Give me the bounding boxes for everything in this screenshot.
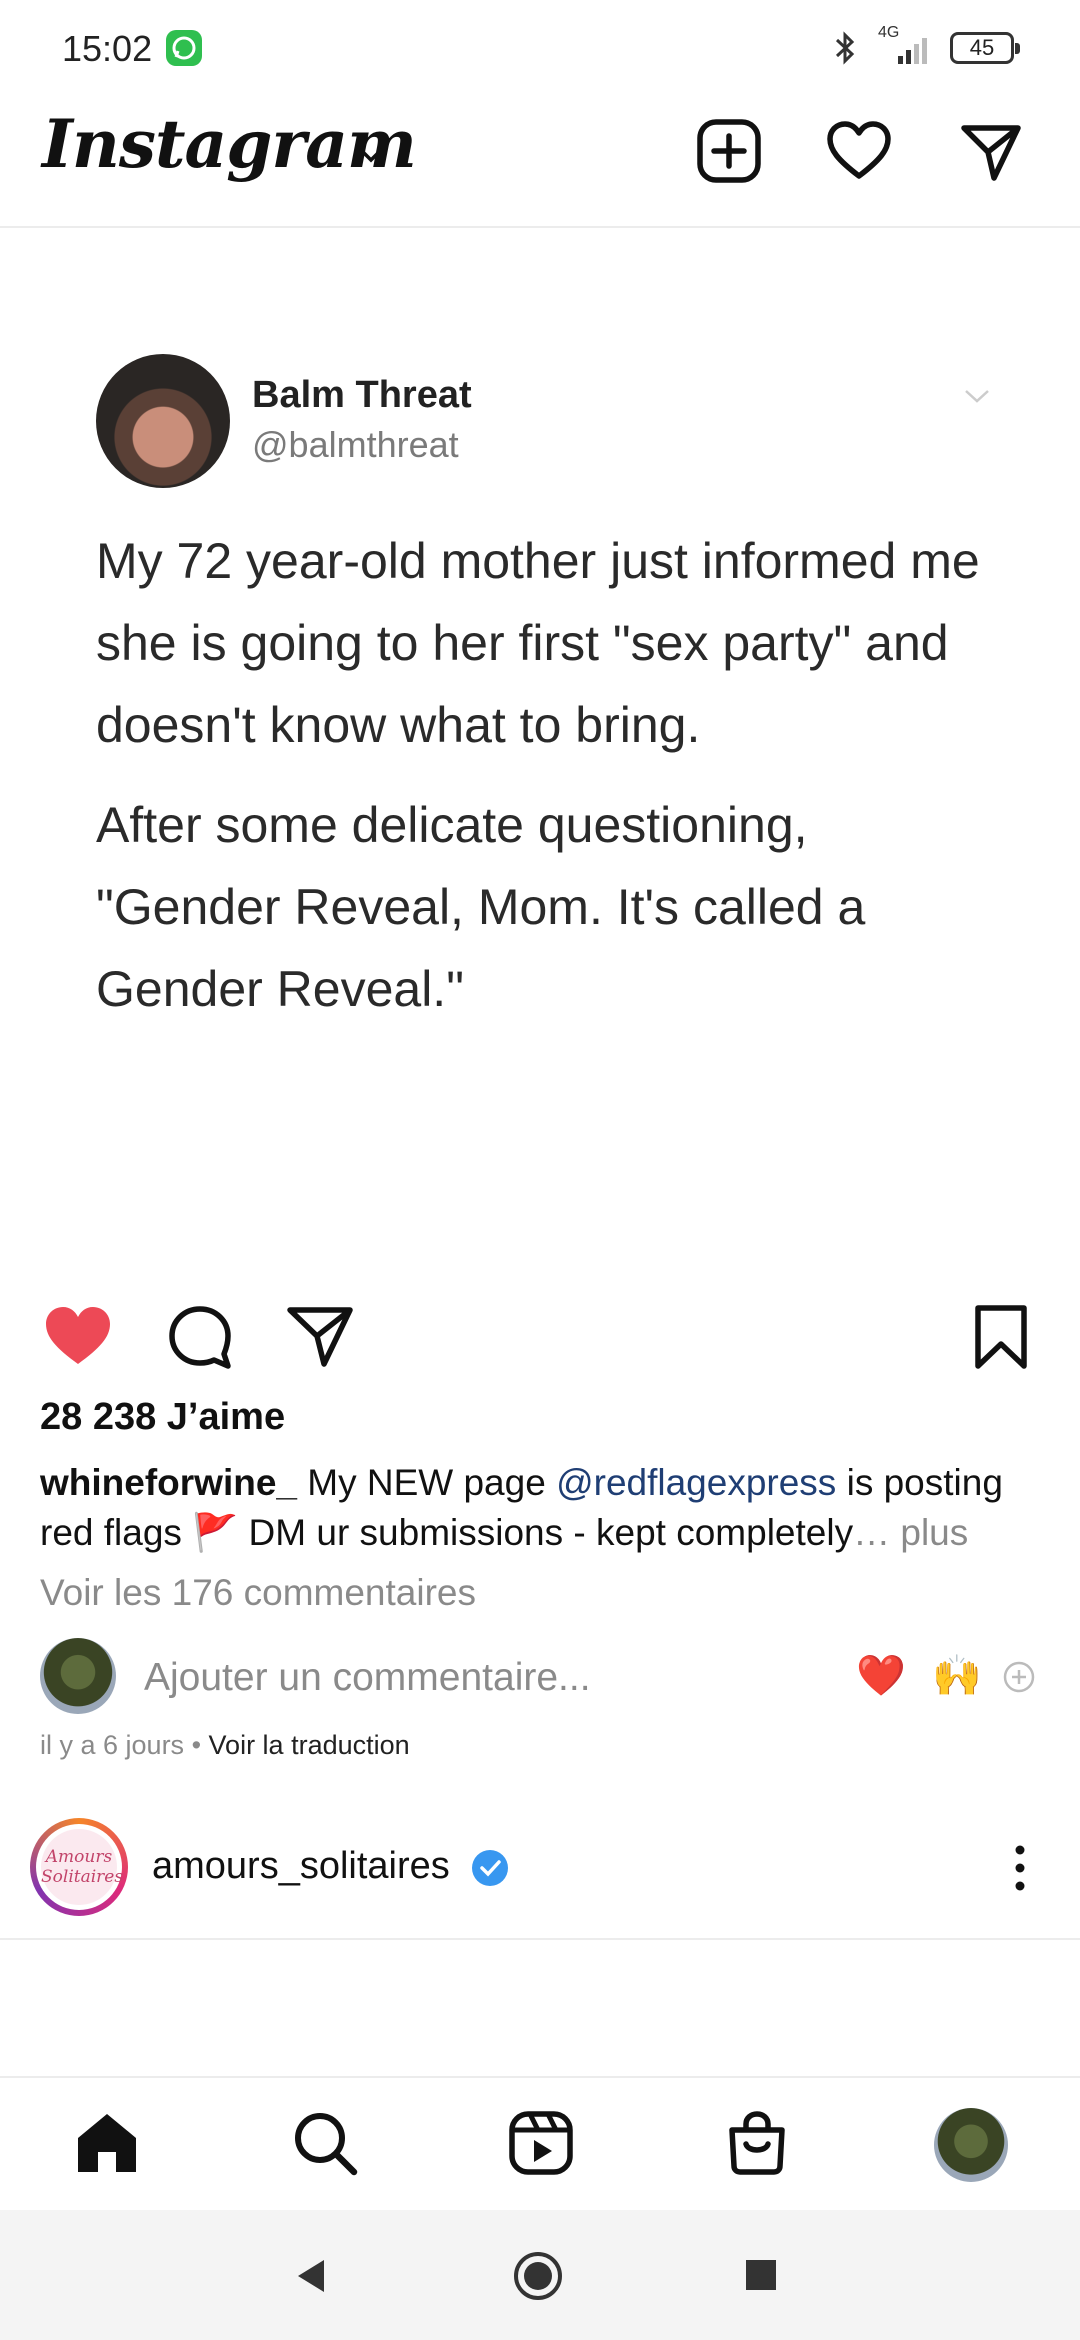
post-meta: il y a 6 jours • Voir la traduction [40,1730,410,1761]
tweet-text: My 72 year-old mother just informed me s… [96,520,996,1048]
profile-avatar[interactable] [934,2108,1008,2182]
status-time: 15:02 [62,28,153,69]
tweet-chevron-icon [962,386,992,406]
tweet-author-handle: @balmthreat [252,424,459,465]
caption-mention[interactable]: @redflagexpress [556,1462,836,1503]
verified-badge-icon [472,1850,508,1886]
status-bar: 15:02 4G 45 [0,0,1080,96]
system-navigation-bar [0,2210,1080,2340]
caption-text-1: My NEW page [296,1462,557,1503]
post-caption: whineforwine_ My NEW page @redflagexpres… [40,1458,1050,1558]
direct-message-icon[interactable] [956,116,1026,186]
heart-icon[interactable] [824,116,894,186]
caption-username[interactable]: whineforwine_ [40,1462,297,1503]
search-icon[interactable] [290,2108,360,2178]
bluetooth-icon [832,30,858,66]
next-post-avatar[interactable]: Amours Solitaires [41,1829,123,1905]
next-post-username[interactable]: amours_solitaires [152,1845,450,1888]
view-comments-link[interactable]: Voir les 176 commentaires [40,1572,476,1614]
new-post-icon[interactable] [694,116,764,186]
post-divider [0,1938,1080,1940]
tweet-paragraph-1: My 72 year-old mother just informed me s… [96,533,980,753]
home-circle-icon[interactable] [512,2250,564,2302]
caption-text-3: DM ur submissions - kept completely [238,1512,854,1553]
more-options-icon[interactable] [1002,1840,1038,1896]
reels-icon[interactable] [506,2108,576,2178]
bottom-nav-divider [0,2076,1080,2078]
tweet-author-name: Balm Threat [252,374,472,416]
comment-icon[interactable] [164,1302,236,1370]
recents-icon[interactable] [742,2256,780,2294]
quick-reaction-heart[interactable]: ❤️ [856,1652,906,1699]
add-comment-input[interactable]: Ajouter un commentaire... [144,1656,591,1700]
bookmark-icon[interactable] [968,1302,1034,1372]
see-translation-link[interactable]: Voir la traduction [209,1730,410,1760]
meta-separator: • [184,1730,209,1760]
header-divider [0,226,1080,228]
whatsapp-notification-icon [166,30,202,66]
battery-indicator: 45 [950,32,1020,64]
chevron-down-icon[interactable] [356,144,386,166]
back-icon[interactable] [290,2254,330,2298]
quick-reaction-raised-hands[interactable]: 🙌 [932,1652,982,1699]
post-time: il y a 6 jours [40,1730,185,1760]
tweet-author-avatar [96,354,230,488]
home-icon[interactable] [72,2108,142,2178]
like-count[interactable]: 28 238 J’aime [40,1396,285,1439]
signal-icon [880,30,936,66]
shop-icon[interactable] [722,2108,792,2178]
red-flag-emoji: 🚩 [192,1512,239,1553]
heart-filled-icon[interactable] [42,1302,114,1370]
add-reaction-icon[interactable] [1002,1660,1036,1694]
tweet-paragraph-2: After some delicate questioning, "Gender… [96,797,866,1017]
share-icon[interactable] [284,1302,356,1370]
current-user-avatar [40,1638,116,1714]
caption-more-link[interactable]: … plus [853,1512,968,1553]
